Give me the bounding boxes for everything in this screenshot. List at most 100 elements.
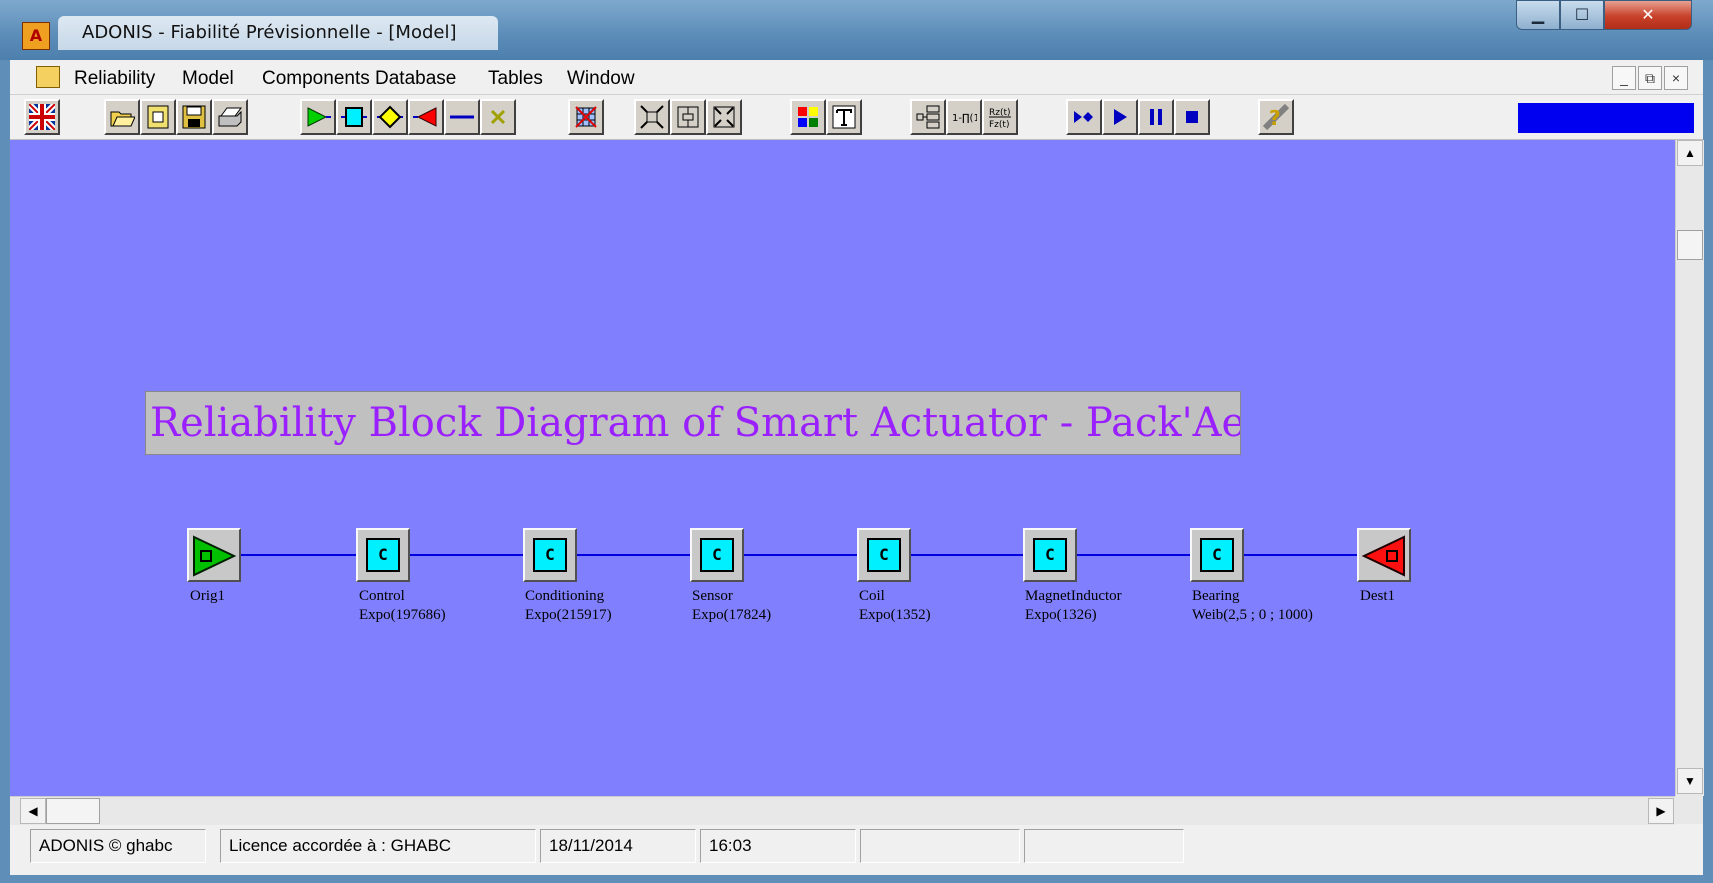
component-block-control[interactable]: C bbox=[356, 528, 410, 582]
origin-triangle-icon bbox=[307, 107, 331, 127]
pause-button[interactable] bbox=[1138, 99, 1174, 135]
color-palette-icon bbox=[798, 107, 818, 127]
zoom-in-button[interactable] bbox=[634, 99, 670, 135]
component-law: Expo(17824) bbox=[692, 607, 772, 623]
diagram-title[interactable]: Reliability Block Diagram of Smart Actua… bbox=[145, 391, 1241, 455]
origin-label: Orig1 bbox=[190, 588, 225, 604]
play-button[interactable] bbox=[1102, 99, 1138, 135]
print-button[interactable] bbox=[212, 99, 248, 135]
delete-button[interactable] bbox=[480, 99, 516, 135]
vertical-scroll-thumb[interactable] bbox=[1677, 230, 1703, 260]
structure-button[interactable] bbox=[910, 99, 946, 135]
link-tool-button[interactable] bbox=[444, 99, 480, 135]
destination-block[interactable] bbox=[1357, 528, 1411, 582]
horizontal-scrollbar[interactable]: ◀ ▶ bbox=[10, 796, 1675, 825]
menu-reliability[interactable]: Reliability bbox=[74, 68, 155, 90]
scroll-left-arrow[interactable]: ◀ bbox=[20, 798, 46, 824]
component-block-bearing[interactable]: C bbox=[1190, 528, 1244, 582]
status-licence: Licence accordée à : GHABC bbox=[220, 829, 536, 863]
node-tool-button[interactable] bbox=[372, 99, 408, 135]
help-question-icon: ? bbox=[1263, 104, 1289, 130]
minimize-button[interactable]: ▁ bbox=[1516, 0, 1560, 30]
destination-tool-button[interactable] bbox=[408, 99, 444, 135]
window-title: ADONIS - Fiabilité Prévisionnelle - [Mod… bbox=[82, 22, 457, 43]
adonis-app-icon[interactable]: A bbox=[22, 22, 50, 50]
colors-button[interactable] bbox=[790, 99, 826, 135]
mdi-close-button[interactable]: × bbox=[1664, 66, 1688, 90]
status-copyright: ADONIS © ghabc bbox=[30, 829, 206, 863]
component-block-conditioning[interactable]: C bbox=[523, 528, 577, 582]
component-block-coil[interactable]: C bbox=[857, 528, 911, 582]
close-button[interactable]: ✕ bbox=[1604, 0, 1692, 30]
mdi-restore-button[interactable]: ⧉ bbox=[1638, 66, 1662, 90]
component-square-icon bbox=[341, 107, 367, 127]
status-date: 18/11/2014 bbox=[540, 829, 696, 863]
menu-model[interactable]: Model bbox=[182, 68, 234, 90]
component-name: MagnetInductor bbox=[1025, 588, 1122, 604]
svg-text:1-∏(1-x): 1-∏(1-x) bbox=[952, 113, 977, 124]
horizontal-scroll-thumb[interactable] bbox=[46, 798, 100, 824]
scroll-up-arrow[interactable]: ▲ bbox=[1677, 140, 1703, 166]
destination-triangle-icon bbox=[1361, 535, 1405, 577]
component-tool-button[interactable] bbox=[336, 99, 372, 135]
rz-fz-icon: Rz(t)Fz(t) bbox=[989, 108, 1011, 130]
scroll-down-arrow[interactable]: ▼ bbox=[1677, 768, 1703, 794]
new-button[interactable] bbox=[140, 99, 176, 135]
menu-window[interactable]: Window bbox=[567, 68, 635, 90]
menu-components-database[interactable]: Components Database bbox=[262, 68, 456, 90]
reliability-functions-button[interactable]: Rz(t) Fz(t) bbox=[982, 99, 1018, 135]
text-t-icon bbox=[832, 105, 856, 129]
svg-text:?: ? bbox=[1269, 106, 1281, 130]
delete-x-icon bbox=[490, 109, 506, 125]
delete-all-button[interactable] bbox=[568, 99, 604, 135]
scroll-right-arrow[interactable]: ▶ bbox=[1648, 798, 1674, 824]
play-icon bbox=[1114, 109, 1127, 125]
language-flag-button[interactable] bbox=[24, 99, 60, 135]
origin-block[interactable] bbox=[187, 528, 241, 582]
structure-icon bbox=[916, 105, 940, 129]
status-panel-empty-1 bbox=[860, 829, 1020, 863]
help-button[interactable]: ? bbox=[1258, 99, 1294, 135]
open-folder-icon bbox=[110, 111, 135, 127]
open-button[interactable] bbox=[104, 99, 140, 135]
pause-icon bbox=[1150, 109, 1162, 125]
step-button[interactable] bbox=[1066, 99, 1102, 135]
function-icon: 1-∏(1-x) bbox=[952, 113, 977, 124]
diamond-node-icon bbox=[377, 105, 403, 129]
origin-tool-button[interactable] bbox=[300, 99, 336, 135]
component-law: Expo(1326) bbox=[1025, 607, 1097, 623]
save-button[interactable] bbox=[176, 99, 212, 135]
origin-triangle-icon bbox=[193, 535, 237, 577]
destination-triangle-icon bbox=[413, 107, 437, 127]
stop-button[interactable] bbox=[1174, 99, 1210, 135]
zoom-out-button[interactable] bbox=[706, 99, 742, 135]
center-button[interactable] bbox=[670, 99, 706, 135]
menu-bar: Reliability Model Components Database Ta… bbox=[10, 60, 1703, 95]
component-law: Expo(197686) bbox=[359, 607, 446, 623]
status-panel-empty-3 bbox=[1188, 829, 1688, 863]
component-name: Conditioning bbox=[525, 588, 605, 604]
component-block-magnetinductor[interactable]: C bbox=[1023, 528, 1077, 582]
title-bar[interactable]: A ADONIS - Fiabilité Prévisionnelle - [M… bbox=[0, 0, 1713, 60]
text-button[interactable] bbox=[826, 99, 862, 135]
progress-indicator bbox=[1518, 103, 1694, 133]
menu-tables[interactable]: Tables bbox=[488, 68, 543, 90]
status-time: 16:03 bbox=[700, 829, 856, 863]
app-window: A ADONIS - Fiabilité Prévisionnelle - [M… bbox=[0, 0, 1713, 883]
printer-icon bbox=[218, 107, 242, 127]
zoom-in-icon bbox=[640, 105, 664, 129]
link-line-icon bbox=[450, 115, 474, 119]
maximize-button[interactable]: ☐ bbox=[1560, 0, 1604, 30]
uk-flag-icon bbox=[29, 104, 55, 130]
svg-text:Fz(t): Fz(t) bbox=[989, 120, 1009, 130]
component-block-sensor[interactable]: C bbox=[690, 528, 744, 582]
mdi-child-icon[interactable] bbox=[36, 66, 60, 88]
vertical-scrollbar[interactable]: ▲ ▼ bbox=[1675, 140, 1704, 796]
mdi-minimize-button[interactable]: _ bbox=[1612, 66, 1636, 90]
component-name: Coil bbox=[859, 588, 885, 604]
center-icon bbox=[677, 106, 699, 128]
status-bar: ADONIS © ghabc Licence accordée à : GHAB… bbox=[10, 825, 1703, 867]
diagram-canvas[interactable]: Reliability Block Diagram of Smart Actua… bbox=[10, 140, 1675, 796]
component-name: Control bbox=[359, 588, 405, 604]
function-button[interactable]: 1-∏(1-x) bbox=[946, 99, 982, 135]
